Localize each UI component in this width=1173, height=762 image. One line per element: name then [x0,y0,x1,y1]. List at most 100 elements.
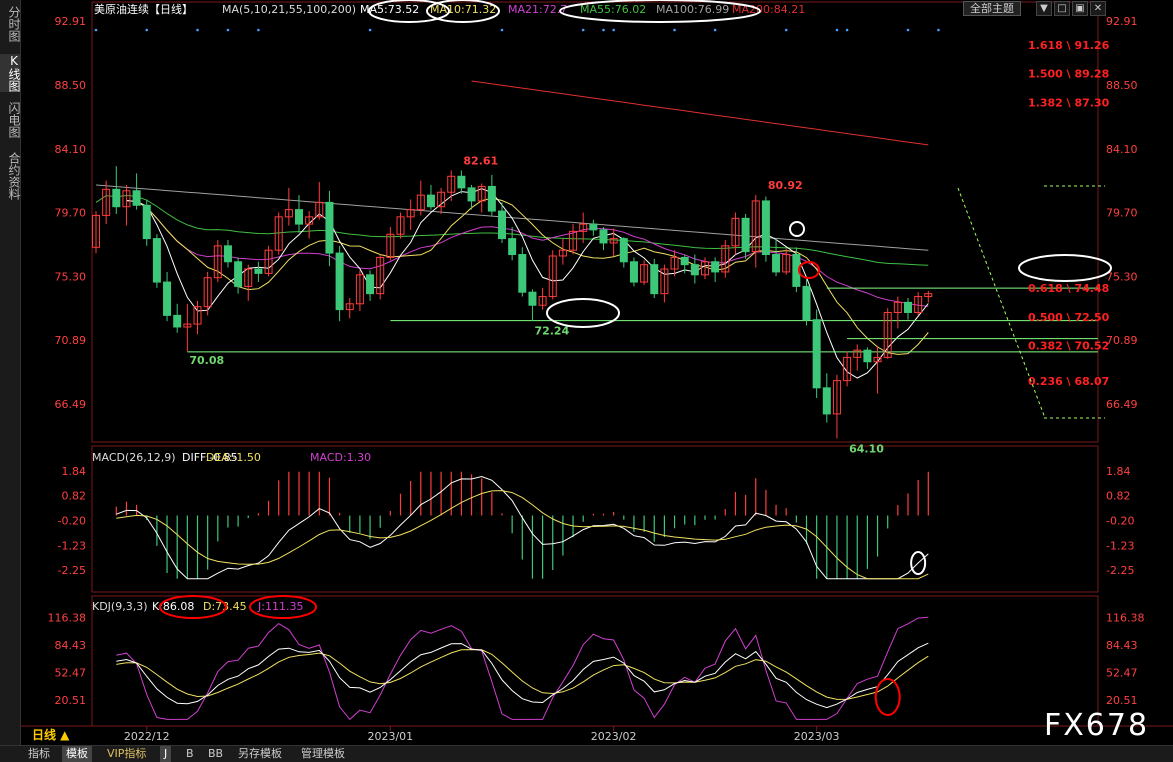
candle-body [467,187,476,202]
kdj-tick-right-2: 52.47 [1106,666,1138,679]
candle-body [711,261,720,273]
event-dot [500,28,504,32]
kdj-tick-right-0: 116.38 [1106,611,1145,624]
price-tick-right-2: 84.10 [1106,143,1138,156]
ma-legend-label: MA(5,10,21,55,100,200) [222,3,356,16]
fib-level-3: 0.618 \ 74.48 [1028,282,1109,295]
tab-manage-template[interactable]: 管理模板 [297,746,349,762]
tab-contract-info[interactable]: 合约资料 [0,152,21,200]
fib-level-5: 0.382 \ 70.52 [1028,340,1109,353]
tab-save-template[interactable]: 另存模板 [234,746,286,762]
annotation-circle-break [798,261,820,279]
tab-timeshare[interactable]: 分时图 [0,6,21,42]
ma200-line [471,80,929,146]
candle-body [761,200,770,256]
tab-b[interactable]: B [182,746,198,762]
macd-tick-right-3: -1.23 [1106,539,1134,552]
event-dot [906,28,910,32]
event-dot [784,28,788,32]
watermark: FX678 [1044,708,1150,743]
annotation-ellipse-low [546,298,620,328]
event-dot [368,28,372,32]
candle-body [163,281,172,316]
macd-tick-left-2: -0.20 [58,514,86,527]
macd-tick-left-4: -2.25 [58,564,86,577]
candle-body [498,210,506,240]
event-dot [581,28,585,32]
candle-body [863,349,872,363]
tab-j[interactable]: J [160,746,172,762]
high-label-1: 82.61 [463,154,498,167]
macd-tick-left-0: 1.84 [62,465,87,478]
event-dot [196,28,199,32]
annotation-ellipse-fib [1018,254,1112,282]
macd-tick-right-0: 1.84 [1106,465,1131,478]
legend-ma55: MA55:76.02 [580,3,646,16]
candle-body [487,185,496,212]
annotation-circle-cross [789,221,805,237]
tab-template[interactable]: 模板 [62,746,92,762]
x-tick-label-1: 2023/01 [367,730,413,743]
price-tick-right-6: 66.49 [1106,398,1138,411]
tab-bb[interactable]: BB [204,746,227,762]
maximize-button[interactable]: ▣ [1072,1,1088,16]
candle-body [295,209,303,225]
event-dot [94,28,98,32]
price-tick-left-0: 92.91 [55,15,87,28]
candle-body [142,204,151,240]
event-dot [845,28,849,32]
macd-tick-right-4: -2.25 [1106,564,1134,577]
candle-body [366,274,375,295]
tab-flash[interactable]: 闪电图 [0,102,21,138]
candle-body [904,301,912,313]
candle-body [152,238,161,283]
kdj-legend-j: J:111.35 [257,600,303,613]
candle-body [619,238,628,263]
fib-level-2: 1.382 \ 87.30 [1028,96,1110,109]
ma10-line [126,197,929,355]
main-title: 美原油连续【日线】 [94,2,193,16]
ma5-line [126,188,929,379]
period-selector[interactable]: 日线 ▲ [20,726,102,744]
price-tick-left-5: 70.89 [55,334,87,347]
fib-level-4: 0.500 \ 72.50 [1028,311,1110,324]
candle-body [589,223,598,231]
main-panel-frame [91,1,1099,443]
candle-body [426,194,435,208]
kdj-d-line [116,649,929,700]
candle-body [112,188,121,208]
candle-body [812,319,821,389]
tab-kline[interactable]: K线图 [0,54,21,92]
candle-body [680,256,689,266]
candle-body [223,245,232,263]
macd-tick-right-1: 0.82 [1106,490,1131,503]
restore-button[interactable]: □ [1054,1,1070,16]
price-tick-left-1: 88.50 [55,79,87,92]
event-dot [257,28,260,32]
macd-legend-macd: MACD:1.30 [310,451,371,464]
price-tick-left-2: 84.10 [55,143,87,156]
price-tick-right-0: 92.91 [1106,15,1138,28]
tab-vip-indicator[interactable]: VIP指标 [103,746,150,762]
chart-canvas[interactable]: 92.91 92.91 88.50 88.50 84.10 84.10 79.70 79.70… [20,0,1173,745]
low-label-3: 64.10 [849,443,884,456]
legend-ma21: MA21:72.7 [508,3,567,16]
candle-body [335,252,344,311]
candle-body [802,285,811,321]
candle-body [518,254,527,293]
event-dot [713,28,717,32]
theme-selector[interactable]: 全部主题 [963,1,1021,16]
price-tick-right-5: 70.89 [1106,334,1138,347]
annotation-circle-kdj [874,678,901,716]
price-tick-left-4: 75.30 [55,270,87,283]
close-button[interactable]: ✕ [1090,1,1106,16]
tab-indicator[interactable]: 指标 [24,746,54,762]
low-label-1: 70.08 [189,354,224,367]
kdj-tick-left-0: 116.38 [48,611,87,624]
event-dot [937,28,940,32]
minimize-button[interactable]: ▼ [1036,1,1052,16]
event-dot [226,28,230,32]
high-label-2: 80.92 [768,179,803,192]
price-tick-left-6: 66.49 [55,398,87,411]
price-tick-right-4: 75.30 [1106,270,1138,283]
